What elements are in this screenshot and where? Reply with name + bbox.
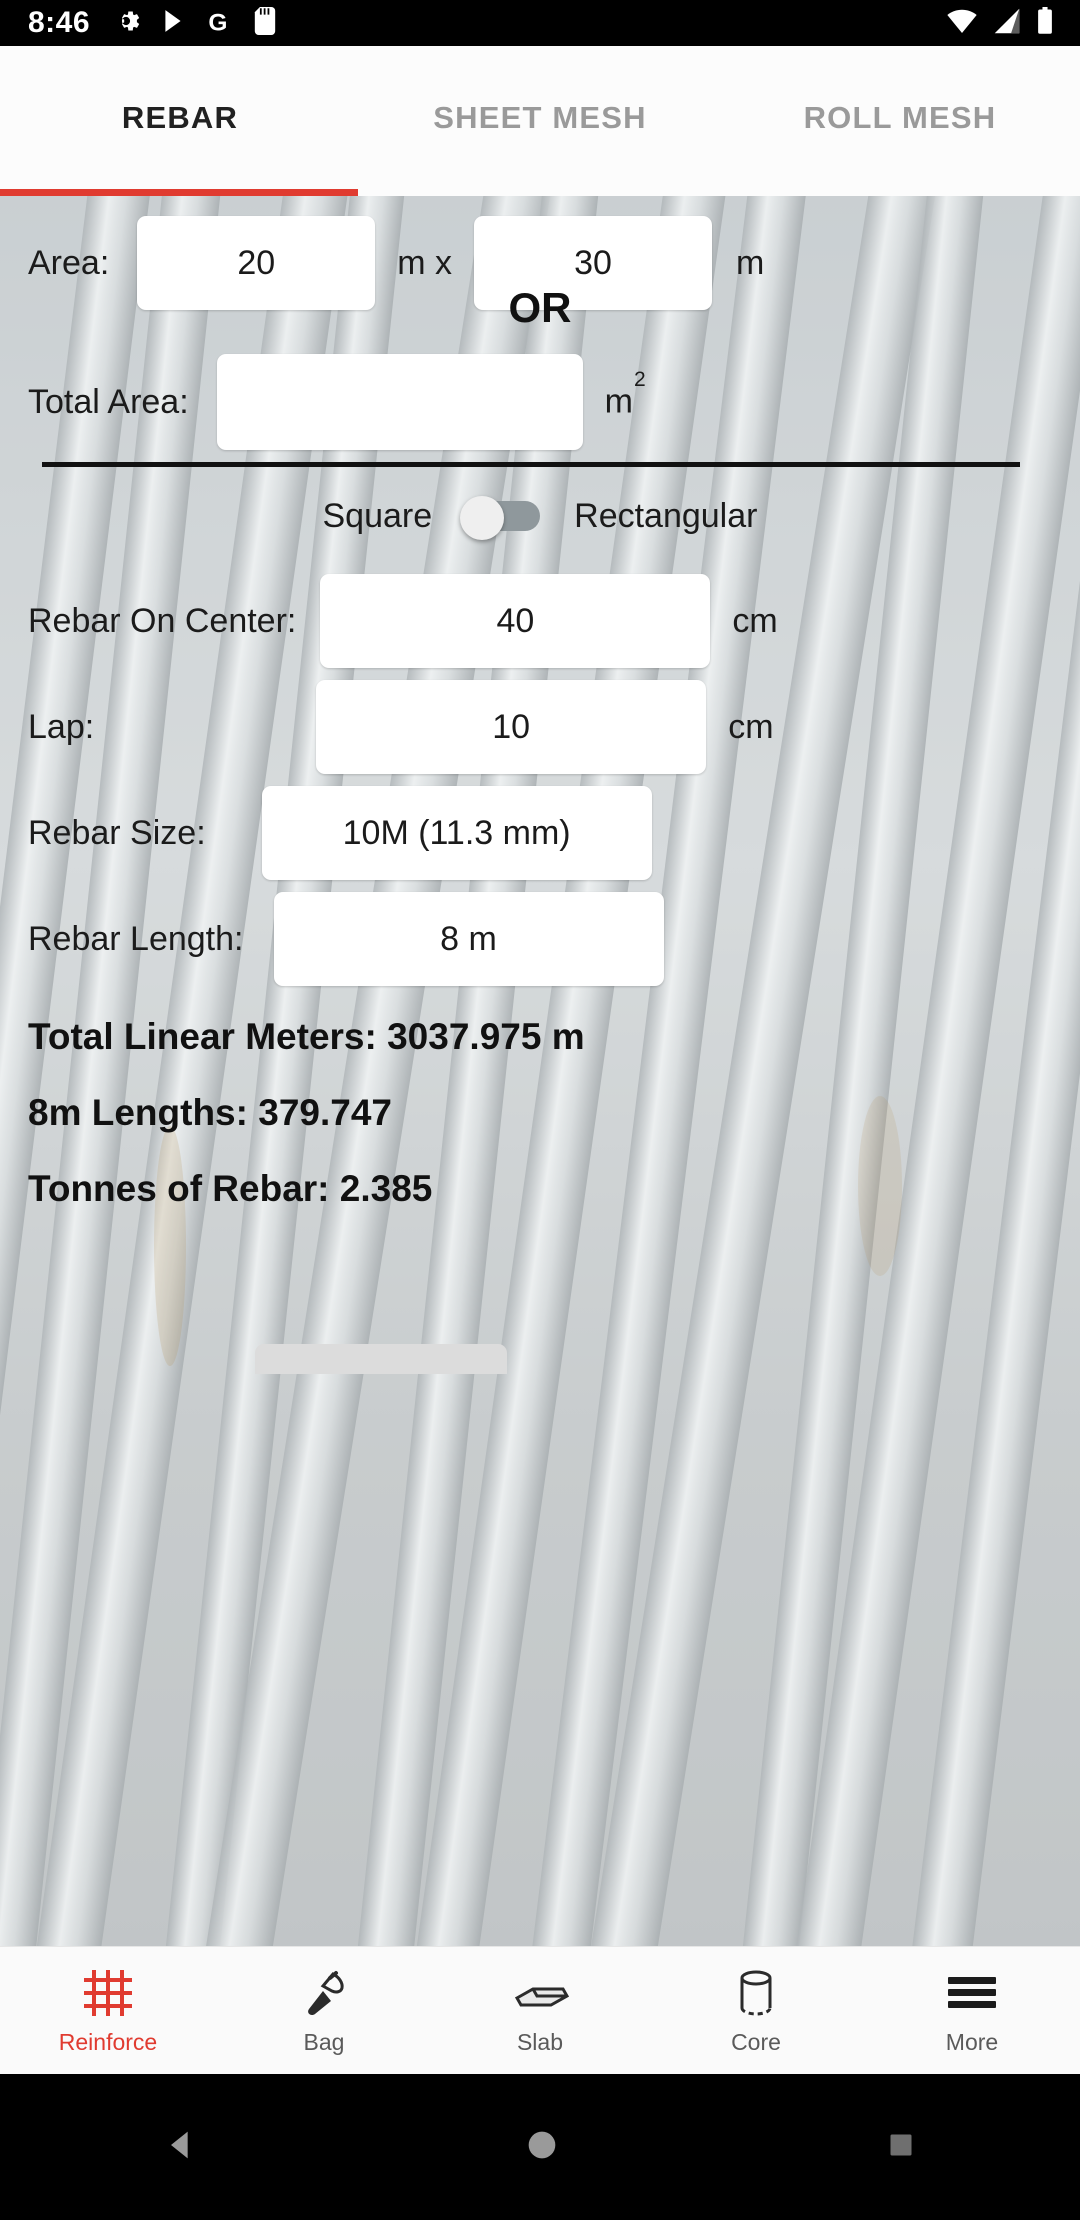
- status-bar-system-icons: [946, 6, 1054, 40]
- lap-label: Lap:: [28, 707, 95, 746]
- partial-card: [255, 1344, 507, 1374]
- bottom-navigation-bar: Reinforce Bag Slab Core More: [0, 1946, 1080, 2074]
- tab-bar: REBAR SHEET MESH ROLL MESH: [0, 46, 1080, 196]
- rebar-length-select[interactable]: 8 m: [273, 892, 664, 986]
- hamburger-icon: [945, 1966, 999, 2020]
- shape-toggle-knob[interactable]: [460, 496, 505, 540]
- nav-item-slab[interactable]: Slab: [432, 1966, 648, 2056]
- total-area-unit: m2: [604, 368, 646, 421]
- status-bar-clock: 8:46: [28, 6, 91, 39]
- status-bar: 8:46 G: [0, 0, 1080, 46]
- nav-label-slab: Slab: [516, 2028, 564, 2055]
- home-circle-icon[interactable]: [522, 2125, 562, 2170]
- nav-label-reinforce: Reinforce: [58, 2028, 158, 2055]
- battery-icon: [1036, 6, 1054, 40]
- slab-icon: [511, 1966, 569, 2020]
- android-system-nav: [0, 2074, 1080, 2220]
- tab-rebar[interactable]: REBAR: [0, 100, 360, 136]
- result-lengths: 8m Lengths: 379.747: [28, 1092, 392, 1133]
- rebar-length-label: Rebar Length:: [28, 919, 244, 958]
- shape-rectangular-label[interactable]: Rectangular: [574, 497, 757, 536]
- shape-toggle-row: Square Rectangular: [0, 496, 1080, 540]
- rebar-grid-icon: [81, 1966, 135, 2020]
- total-area-row: Total Area: m2: [28, 354, 1052, 450]
- status-bar-notification-icons: G: [112, 6, 276, 40]
- shape-square-label[interactable]: Square: [323, 497, 433, 536]
- area-label: Area:: [28, 243, 110, 282]
- wifi-icon: [946, 7, 978, 40]
- phone-screen: 8:46 G REBAR SHEET MESH ROLL MESH Area: …: [0, 0, 1080, 2220]
- rebar-on-center-label: Rebar On Center:: [28, 601, 297, 640]
- nav-item-bag[interactable]: Bag: [216, 1966, 432, 2056]
- rebar-size-label: Rebar Size:: [28, 813, 206, 852]
- svg-text:G: G: [208, 9, 227, 35]
- nav-item-reinforce[interactable]: Reinforce: [0, 1966, 216, 2056]
- play-store-icon: [160, 7, 186, 40]
- lap-unit: cm: [728, 707, 774, 746]
- active-tab-indicator: [0, 189, 358, 196]
- section-divider: [42, 462, 1020, 467]
- nav-label-bag: Bag: [303, 2028, 345, 2055]
- lap-row: Lap: 10 cm: [28, 680, 1052, 774]
- lap-input[interactable]: 10: [316, 680, 707, 774]
- area-length-unit: m: [736, 243, 765, 282]
- google-g-icon: G: [206, 7, 234, 40]
- cylinder-icon: [731, 1966, 781, 2020]
- trowel-icon: [297, 1966, 351, 2020]
- tab-roll-mesh[interactable]: ROLL MESH: [720, 100, 1080, 136]
- rebar-on-center-unit: cm: [732, 601, 778, 640]
- result-total-linear-meters: Total Linear Meters: 3037.975 m: [28, 1016, 585, 1057]
- cell-signal-icon: [992, 7, 1022, 40]
- area-width-unit: m x: [397, 243, 453, 282]
- gear-icon: [112, 7, 140, 40]
- total-area-unit-exponent: 2: [633, 368, 646, 392]
- nav-label-core: Core: [731, 2028, 781, 2055]
- rebar-length-row: Rebar Length: 8 m: [28, 892, 1052, 986]
- rebar-calculator-panel: Area: 20 m x 30 m OR Total Area: m2 Squa…: [0, 196, 1080, 1946]
- shape-toggle-switch[interactable]: [460, 496, 546, 540]
- nav-label-more: More: [945, 2028, 999, 2055]
- tab-sheet-mesh[interactable]: SHEET MESH: [360, 100, 720, 136]
- recents-square-icon[interactable]: [883, 2127, 919, 2168]
- rebar-on-center-row: Rebar On Center: 40 cm: [28, 574, 1052, 668]
- rebar-on-center-input[interactable]: 40: [320, 574, 711, 668]
- rebar-size-select[interactable]: 10M (11.3 mm): [261, 786, 652, 880]
- back-triangle-icon[interactable]: [161, 2125, 201, 2170]
- result-tonnes: Tonnes of Rebar: 2.385: [28, 1168, 433, 1209]
- rebar-size-row: Rebar Size: 10M (11.3 mm): [28, 786, 1052, 880]
- or-separator-label: OR: [508, 284, 572, 331]
- nav-item-more[interactable]: More: [864, 1966, 1080, 2056]
- total-area-label: Total Area:: [28, 382, 189, 421]
- total-area-unit-base: m: [604, 382, 633, 421]
- total-area-input[interactable]: [216, 354, 583, 450]
- nav-item-core[interactable]: Core: [648, 1966, 864, 2056]
- sd-card-icon: [254, 6, 276, 40]
